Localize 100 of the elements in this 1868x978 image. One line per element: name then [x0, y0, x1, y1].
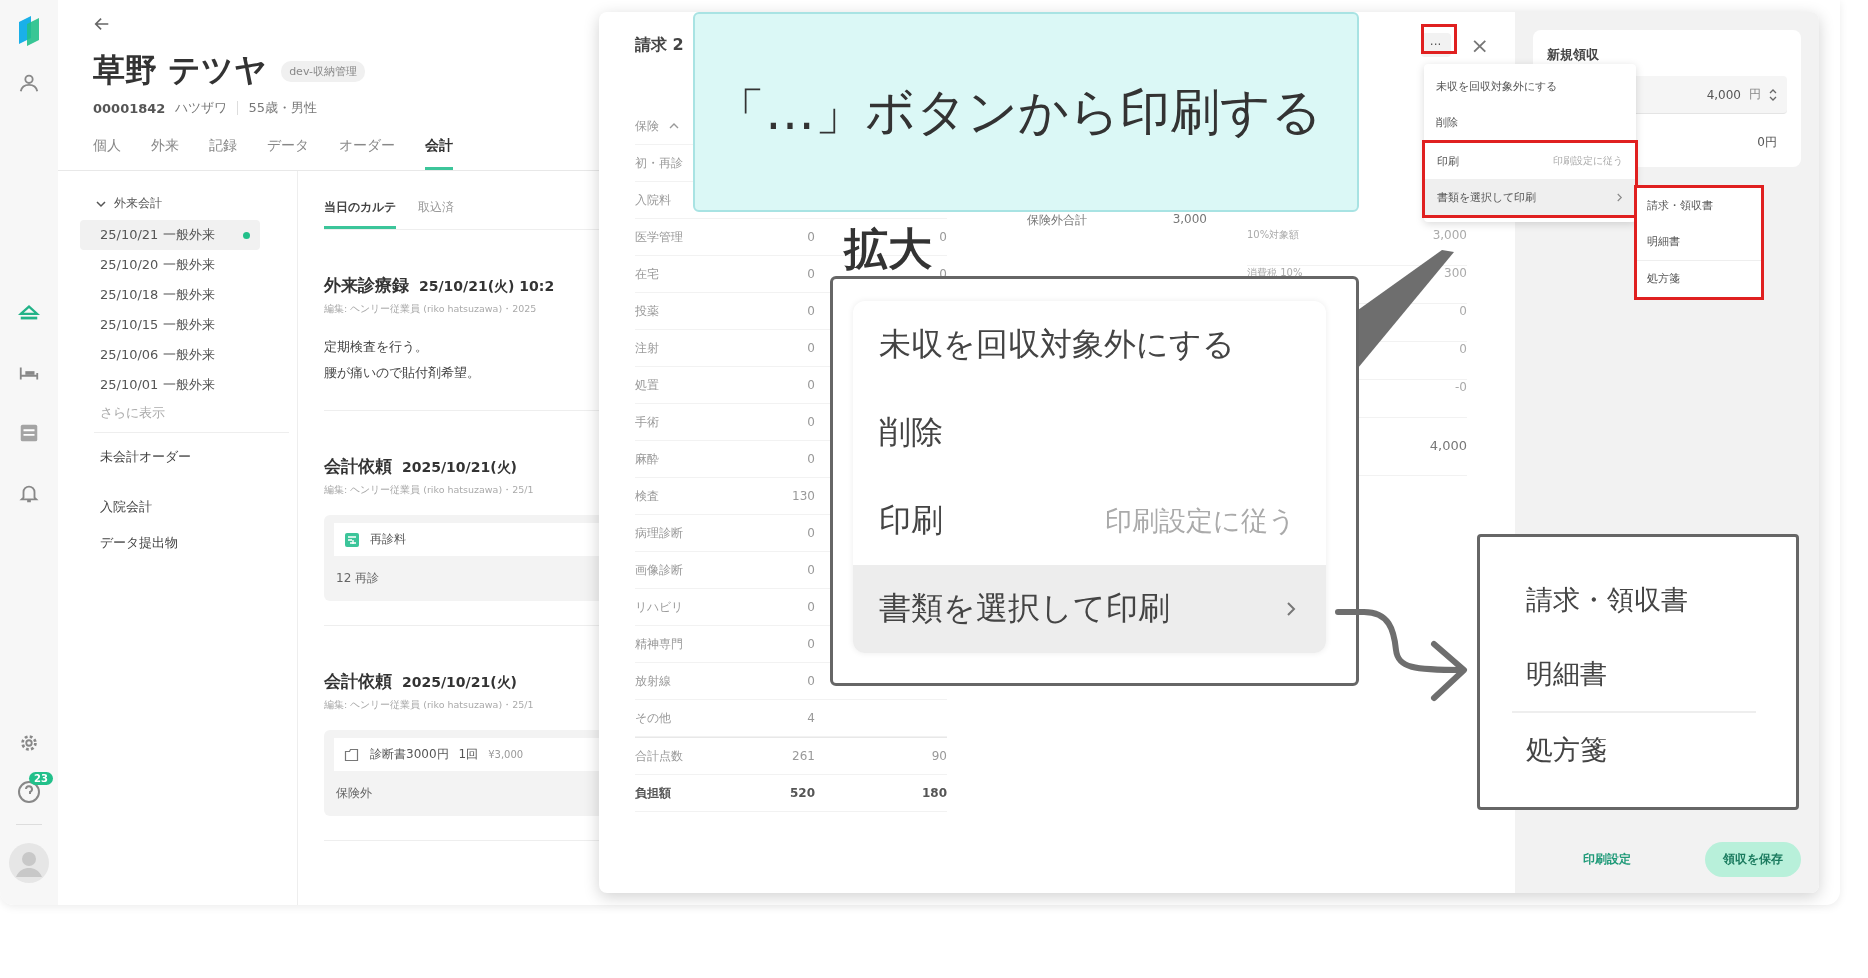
- menu-item[interactable]: 処方箋: [1637, 260, 1761, 297]
- row-label: 保険外合計: [1027, 212, 1087, 229]
- menu-item[interactable]: 処方箋: [1512, 711, 1756, 787]
- table-cell: 0: [807, 267, 815, 281]
- menu-item[interactable]: 明細書: [1512, 637, 1756, 711]
- chevron-icon[interactable]: [669, 121, 679, 131]
- table-cell: 0: [939, 230, 947, 244]
- tab[interactable]: 記録: [209, 137, 237, 170]
- menu-item[interactable]: 未収を回収対象外にする: [853, 301, 1326, 389]
- entry-date: 2025/10/21(火): [402, 674, 517, 692]
- nav-item[interactable]: 未会計オーダー: [80, 439, 297, 475]
- menu-item[interactable]: 印刷 印刷設定に従う: [1425, 143, 1635, 179]
- tab[interactable]: オーダー: [339, 137, 395, 170]
- order-item[interactable]: 診断書3000円 1回 ¥3,000: [334, 738, 599, 771]
- table-cell: 0: [807, 563, 815, 577]
- amount: 300: [1444, 266, 1467, 282]
- amount: 0: [1459, 342, 1467, 358]
- card-title: 新規領収: [1547, 46, 1600, 64]
- callout-text: 「…」ボタンから印刷する: [715, 81, 1322, 143]
- patient-name: 草野 テツヤ: [93, 50, 268, 91]
- row-label: 合計点数: [635, 747, 684, 765]
- amount: 3,000: [1172, 212, 1207, 228]
- item-name: 診断書3000円: [370, 746, 449, 763]
- note-text: 定期検査を行う。: [324, 339, 428, 354]
- table-cell: 0: [807, 415, 815, 429]
- settings-icon[interactable]: [18, 732, 40, 754]
- list-nav-icon[interactable]: [18, 422, 40, 444]
- close-button[interactable]: ×: [1466, 32, 1493, 58]
- row-label: 処置: [635, 376, 660, 394]
- menu-item[interactable]: 印刷 印刷設定に従う: [853, 477, 1326, 565]
- table-cell: 261: [792, 749, 815, 763]
- amount: 0: [1459, 304, 1467, 320]
- table-cell: 0: [807, 526, 815, 540]
- visit-item[interactable]: 25/10/20 一般外来: [80, 250, 260, 280]
- entry-title: 外来診療録: [324, 274, 409, 297]
- entry-date: 2025/10/21(火): [402, 459, 517, 477]
- item-detail: 12 再診: [336, 571, 380, 585]
- nav-item[interactable]: データ提出物: [80, 525, 297, 561]
- row-label: 入院料: [635, 191, 672, 209]
- back-arrow-icon[interactable]: [93, 15, 111, 33]
- tag: dev-収納管理: [281, 60, 366, 82]
- tab[interactable]: 個人: [93, 137, 121, 170]
- visit-item[interactable]: 25/10/21 一般外来: [80, 220, 260, 250]
- row-label: 麻酔: [635, 450, 660, 468]
- row-label: 手術: [635, 413, 660, 431]
- menu-item[interactable]: 書類を選択して印刷: [853, 565, 1326, 653]
- notification-badge: 23: [29, 772, 53, 785]
- help-icon[interactable]: [17, 780, 41, 804]
- menu-item[interactable]: 削除: [853, 389, 1326, 477]
- order-item[interactable]: 再診料: [334, 523, 599, 556]
- row-label: 精神専門: [635, 635, 684, 653]
- table-cell: 180: [921, 786, 947, 800]
- table-cell: 4: [807, 711, 815, 725]
- note-text: 腰が痛いので貼付剤希望。: [324, 365, 480, 380]
- dialog-title: 請求 2: [635, 34, 684, 56]
- menu-item[interactable]: 請求・領収書: [1637, 188, 1761, 224]
- entry-meta: 編集: ヘンリー従業員 (riko hatsuzawa)・2025: [324, 303, 538, 316]
- age-sex: 55歳・男性: [248, 99, 317, 117]
- folder-icon: [344, 746, 360, 763]
- row-label: リハビリ: [635, 598, 684, 616]
- group-header[interactable]: 外来会計: [80, 195, 297, 212]
- visit-item[interactable]: 25/10/18 一般外来: [80, 280, 260, 310]
- row-label: 医学管理: [635, 228, 684, 246]
- table-cell: 520: [789, 786, 815, 800]
- tab[interactable]: 当日のカルテ: [324, 199, 396, 229]
- row-label: その他: [635, 709, 672, 727]
- row-label: 放射線: [635, 672, 672, 690]
- row-label: 病理診断: [635, 524, 684, 542]
- row-label: 初・再診: [635, 154, 684, 172]
- zoom-label: 拡大: [844, 222, 932, 276]
- chevron-icon: [96, 198, 106, 209]
- table-cell: 0: [807, 230, 815, 244]
- table-cell: 0: [807, 637, 815, 651]
- visit-item[interactable]: 25/10/15 一般外来: [80, 310, 260, 340]
- table-cell: 0: [807, 304, 815, 318]
- item-quantity: 1回: [458, 746, 479, 763]
- person-nav-icon[interactable]: [18, 72, 40, 94]
- tab[interactable]: 外来: [151, 137, 179, 170]
- menu-item[interactable]: 書類を選択して印刷: [1425, 179, 1635, 215]
- balance: 0円: [1756, 134, 1778, 151]
- visit-item[interactable]: 25/10/06 一般外来: [80, 340, 260, 370]
- entry-meta: 編集: ヘンリー従業員 (riko hatsuzawa)・25/1: [324, 699, 535, 712]
- patient-id: 00001842: [93, 100, 166, 116]
- highlight-frame: [1421, 24, 1457, 54]
- entry-title: 会計依頼: [324, 670, 392, 693]
- row-label: 投薬: [635, 302, 660, 320]
- spinner-icon[interactable]: [1769, 87, 1777, 102]
- nav-item[interactable]: 入院会計: [80, 489, 297, 525]
- patient-kana: ハツザワ: [175, 99, 228, 117]
- menu-item[interactable]: 明細書: [1637, 224, 1761, 260]
- menu-item[interactable]: 請求・領収書: [1512, 563, 1756, 637]
- row-label: 在宅: [635, 265, 660, 283]
- tab[interactable]: データ: [267, 137, 309, 170]
- save-button[interactable]: 領収を保存: [1705, 842, 1801, 877]
- row-label: 画像診断: [635, 561, 684, 579]
- tab[interactable]: 会計: [425, 137, 453, 170]
- amount: 3,000: [1432, 228, 1467, 244]
- row-label: 注射: [635, 339, 660, 357]
- visit-item[interactable]: 25/10/01 一般外来: [80, 370, 260, 400]
- entry-title: 会計依頼: [324, 455, 392, 478]
